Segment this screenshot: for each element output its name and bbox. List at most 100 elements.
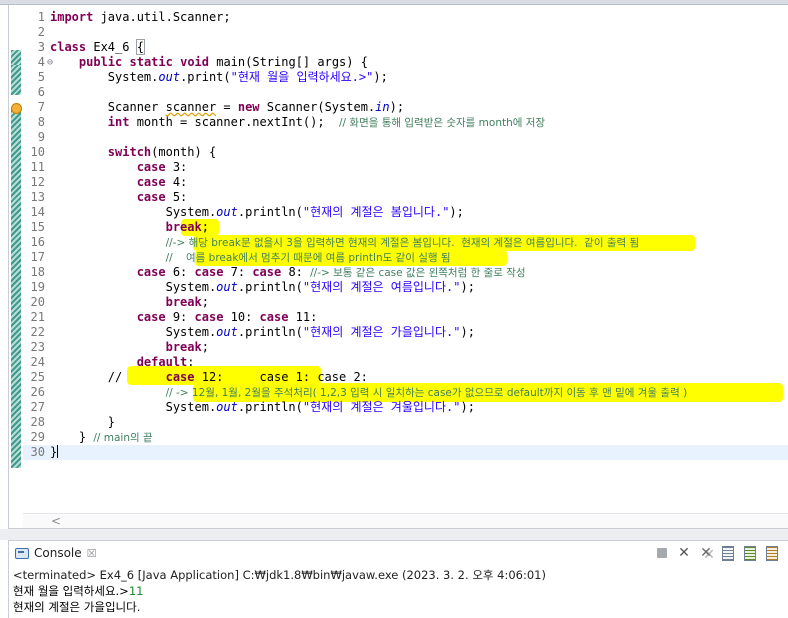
code-text: } // main의 끝 (50, 430, 153, 446)
line-number: 18 (30, 265, 45, 279)
code-line[interactable]: 26 // -> 12월, 1월, 2월을 주석처리( 1,2,3 입력 시 일… (23, 385, 788, 400)
code-token: 10: (223, 310, 260, 324)
code-line[interactable]: 13 case 5: (23, 190, 788, 205)
quick-diff-marker (11, 65, 21, 95)
code-token: Scanner(System. (259, 100, 376, 114)
word-wrap-icon[interactable] (742, 545, 758, 561)
code-token: } (50, 445, 58, 459)
code-line[interactable]: 3 class Ex4_6 { (23, 39, 788, 55)
scroll-lock-icon[interactable] (720, 545, 736, 561)
warning-icon[interactable] (11, 103, 22, 114)
code-token: out (158, 70, 181, 84)
code-line[interactable]: 8 int month = scanner.nextInt(); // 화면을 … (23, 115, 788, 130)
terminated-status: <terminated> Ex4_6 [Java Application] C:… (13, 568, 546, 582)
code-text: // 여름 break에서 멈추기 때문에 여름 println도 같이 실행 … (50, 250, 451, 266)
code-line[interactable]: 18 case 6: case 7: case 8: //-> 보통 같은 ca… (23, 265, 788, 280)
console-icon (15, 547, 29, 559)
code-token: 6: (165, 265, 195, 279)
code-token: ); (460, 280, 475, 294)
code-line[interactable]: 22 System.out.println("현재의 계절은 가을입니다."); (23, 325, 788, 340)
code-text: System.out.println("현재의 계절은 봄입니다."); (50, 205, 464, 220)
code-token: ); (389, 100, 405, 114)
code-token: break (165, 340, 202, 354)
close-icon[interactable]: ☒ (87, 547, 97, 560)
remove-launch-icon[interactable] (676, 545, 692, 561)
code-line[interactable]: 5 System.out.print("현재 월을 입력하세요.>"); (23, 70, 788, 85)
code-token: // 여름 break에서 멈추기 때문에 여름 println도 같이 실행 … (165, 252, 451, 264)
code-text: case 5: (50, 190, 188, 205)
line-number: 8 (37, 115, 45, 129)
code-token: 7: (223, 265, 253, 279)
code-token: System. (50, 325, 217, 339)
code-editor[interactable]: 1 import java.util.Scanner; 2 3 class Ex4_6 … (8, 5, 788, 529)
line-number: 26 (30, 385, 45, 399)
code-line[interactable]: 17 // 여름 break에서 멈추기 때문에 여름 println도 같이 … (23, 250, 788, 265)
stop-icon[interactable] (654, 545, 670, 561)
code-line[interactable]: 11 case 3: (23, 160, 788, 175)
code-line[interactable]: 9 (23, 130, 788, 145)
code-token: case (136, 265, 166, 279)
code-line[interactable]: 23 break; (23, 340, 788, 355)
code-token: main(String[] args) { (209, 55, 368, 69)
code-token: month = scanner.nextInt(); (129, 115, 339, 129)
code-token: 4: (165, 175, 188, 189)
code-token: ); (373, 70, 388, 84)
code-token: } (50, 430, 94, 444)
remove-all-icon[interactable] (698, 545, 714, 561)
code-line[interactable]: 14 System.out.println("현재의 계절은 봄입니다."); (23, 205, 788, 220)
horizontal-scrollbar[interactable]: < (23, 513, 788, 528)
code-line[interactable]: 28 } (23, 415, 788, 430)
code-line[interactable]: 20 break; (23, 295, 788, 310)
scroll-left-icon[interactable]: < (51, 514, 61, 528)
code-token: System. (50, 205, 217, 219)
code-line[interactable]: 19 System.out.println("현재의 계절은 여름입니다."); (23, 280, 788, 295)
code-token: case (252, 265, 282, 279)
text-caret (57, 445, 59, 458)
code-token: // (50, 370, 166, 384)
line-number: 21 (30, 310, 45, 324)
console-output-line: 현재의 계절은 가을입니다. (13, 600, 141, 614)
code-text: break; (50, 295, 209, 310)
console-toolbar (654, 543, 780, 563)
code-token: "현재의 계절은 봄입니다." (302, 205, 450, 219)
code-line[interactable]: 27 System.out.println("현재의 계절은 겨울입니다."); (23, 400, 788, 415)
code-token: "현재의 계절은 여름입니다." (302, 280, 461, 294)
code-line[interactable]: 1 import java.util.Scanner; (23, 10, 788, 25)
code-area[interactable]: 1 import java.util.Scanner; 2 3 class Ex4_6 … (23, 5, 788, 468)
code-text: Scanner scanner = new Scanner(System.in)… (50, 100, 404, 115)
console-output-line: 현재 월을 입력하세요.>11 (13, 583, 143, 599)
code-text: import java.util.Scanner; (50, 10, 231, 25)
code-token: // -> 12월, 1월, 2월을 주석처리( 1,2,3 입력 시 일치하는… (165, 387, 688, 399)
code-line[interactable]: 25 // case 12: case 1: case 2: (23, 370, 788, 385)
show-console-icon[interactable] (764, 545, 780, 561)
code-token: .println( (237, 205, 303, 219)
code-line[interactable]: 15 break; (23, 220, 788, 235)
code-token: out (216, 325, 238, 339)
line-number: 15 (30, 220, 45, 234)
code-line[interactable]: 7 Scanner scanner = new Scanner(System.i… (23, 100, 788, 115)
code-line[interactable]: 24 default: (23, 355, 788, 370)
tab-console[interactable]: Console ☒ (9, 541, 105, 565)
code-line[interactable]: 12 case 4: (23, 175, 788, 190)
code-token: System. (50, 280, 217, 294)
code-line[interactable]: 4 ⊖ public static void main(String[] args… (23, 55, 788, 70)
console-output[interactable]: <terminated> Ex4_6 [Java Application] C:… (8, 564, 788, 618)
code-token: case (165, 370, 195, 384)
code-line[interactable]: 30} (23, 445, 788, 460)
console-view-header: Console ☒ (8, 540, 788, 564)
code-line[interactable]: 21 case 9: case 10: case 11: (23, 310, 788, 325)
code-token: "현재의 계절은 가을입니다." (302, 325, 461, 339)
line-number: 11 (30, 160, 45, 174)
code-line[interactable]: 29 } // main의 끝 (23, 430, 788, 445)
code-line[interactable]: 10 switch(month) { (23, 145, 788, 160)
code-line[interactable]: 6 (23, 85, 788, 100)
line-number: 17 (30, 250, 45, 264)
code-line[interactable]: 2 (23, 25, 788, 40)
console-prompt: 현재 월을 입력하세요.> (13, 584, 129, 598)
code-line[interactable]: 16 //-> 해당 break문 없을시 3을 입력하면 현재의 계절은 봄입… (23, 235, 788, 250)
